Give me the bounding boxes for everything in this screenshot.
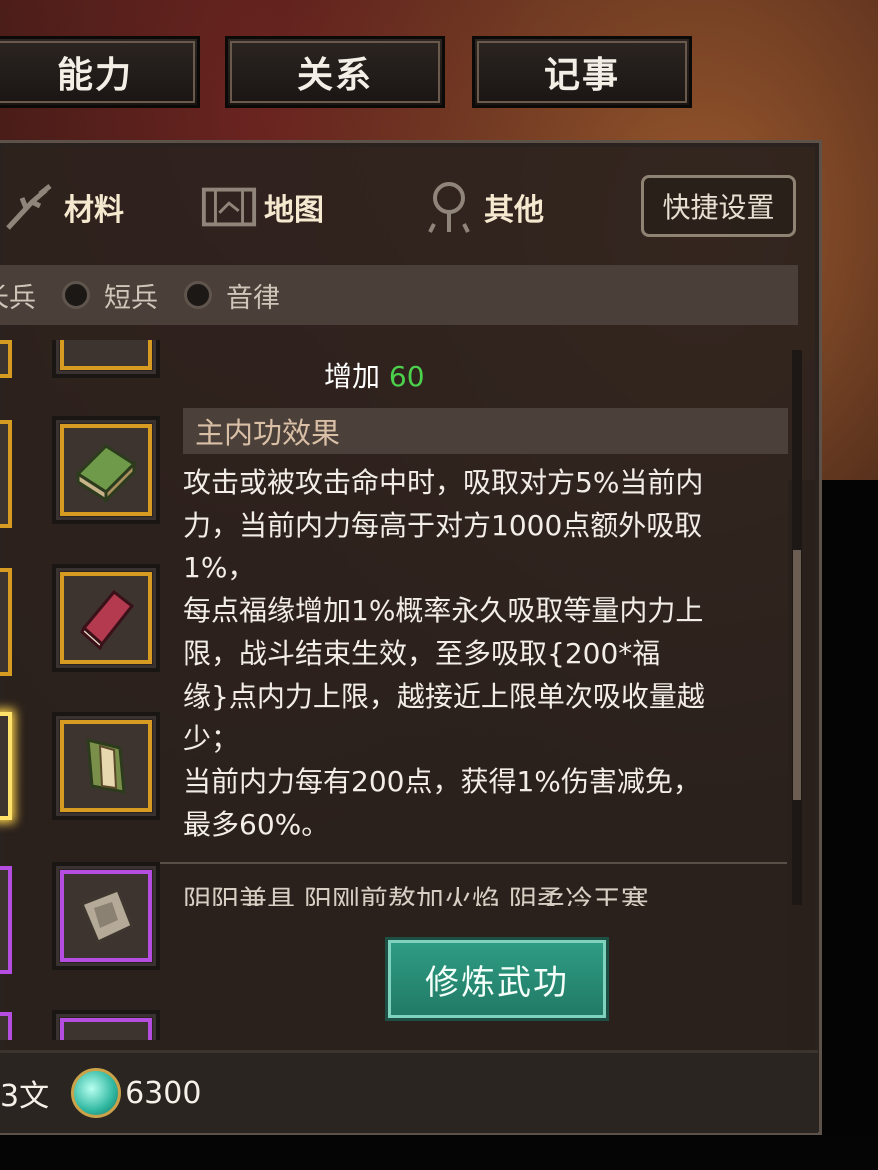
shortcut-settings-button[interactable]: 快捷设置 — [641, 175, 796, 237]
tab-ability[interactable]: 能力 — [0, 36, 200, 108]
filter-label: 长兵 — [0, 282, 36, 314]
category-tab-material[interactable]: 材料 — [0, 172, 124, 242]
currency-footer: 3文 6300 — [0, 1050, 818, 1133]
list-item[interactable] — [52, 416, 160, 524]
list-item-selected[interactable] — [52, 712, 160, 820]
filter-label: 短兵 — [104, 282, 158, 314]
list-item-edge[interactable] — [0, 568, 12, 676]
item-frame — [60, 1018, 152, 1040]
list-item[interactable] — [52, 340, 160, 378]
increase-label: 增加 — [324, 360, 381, 393]
increase-value: 60 — [388, 360, 425, 393]
section-title: 主内功效果 — [183, 408, 788, 454]
category-label: 材料 — [64, 193, 124, 228]
next-section-text: 阴阳兼具 阳刚煎熬加火焰 阴柔冷王寒 — [183, 884, 649, 906]
effect-description: 攻击或被攻击命中时，吸取对方5%当前内 力，当前内力每高于对方1000点额外吸取… — [183, 466, 705, 841]
material-icon — [0, 178, 58, 236]
filter-label: 音律 — [226, 282, 280, 314]
map-icon — [200, 178, 258, 236]
radio-dot-icon — [184, 281, 212, 309]
filter-bar: 长兵 短兵 音律 — [0, 265, 798, 325]
list-item-edge[interactable] — [0, 1012, 12, 1040]
list-item[interactable] — [52, 564, 160, 672]
item-list[interactable] — [0, 340, 175, 1040]
currency-value: 6300 — [125, 1075, 202, 1111]
list-item-edge[interactable] — [0, 866, 12, 974]
filter-short-weapon[interactable]: 短兵 — [62, 276, 158, 315]
stone-manual-icon — [60, 870, 152, 962]
green-scroll-book-icon — [60, 720, 152, 812]
item-frame — [60, 340, 152, 370]
increase-line: 增加 60 — [324, 355, 425, 395]
filter-long-weapon[interactable]: 长兵 — [0, 276, 36, 315]
category-tab-map[interactable]: 地图 — [200, 172, 324, 242]
tab-label: 关系 — [296, 55, 373, 96]
money-amount: 3文 — [0, 1079, 50, 1114]
tab-label: 能力 — [56, 55, 133, 96]
list-item-edge[interactable] — [0, 340, 12, 378]
tab-relations[interactable]: 关系 — [225, 36, 445, 108]
other-icon — [420, 178, 478, 236]
radio-dot-icon — [62, 281, 90, 309]
red-book-icon — [60, 572, 152, 664]
divider — [160, 862, 787, 864]
list-item-edge-selected[interactable] — [0, 712, 12, 820]
tab-records[interactable]: 记事 — [472, 36, 692, 108]
filter-music[interactable]: 音律 — [184, 276, 280, 315]
list-item-edge[interactable] — [0, 420, 12, 528]
list-item[interactable] — [52, 862, 160, 970]
category-label: 地图 — [264, 193, 324, 228]
background-bottom — [0, 1135, 878, 1170]
list-item[interactable] — [52, 1010, 160, 1040]
category-label: 其他 — [484, 193, 544, 228]
detail-scrollbar-thumb[interactable] — [793, 550, 801, 800]
tab-label: 记事 — [543, 55, 620, 96]
category-tab-other[interactable]: 其他 — [420, 172, 544, 242]
green-manual-icon — [60, 424, 152, 516]
jade-coin-icon — [71, 1068, 122, 1118]
train-martial-art-button[interactable]: 修炼武功 — [385, 937, 609, 1021]
